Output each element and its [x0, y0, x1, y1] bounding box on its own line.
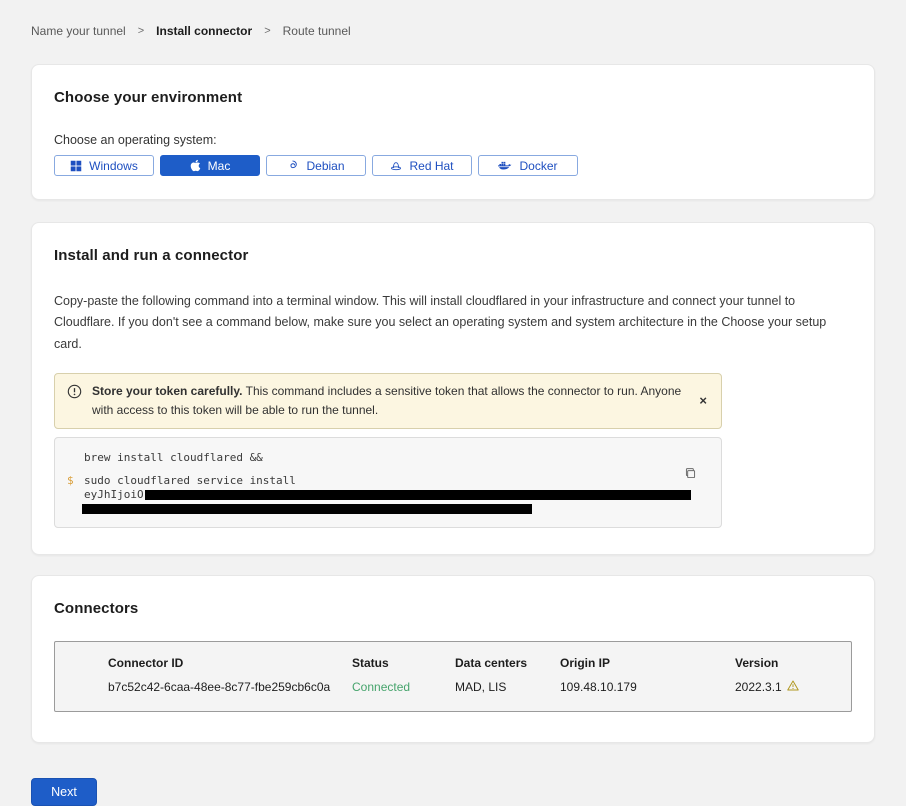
environment-card-title: Choose your environment: [54, 89, 852, 106]
environment-card: Choose your environment Choose an operat…: [31, 64, 875, 200]
version-cell: 2022.3.1: [735, 680, 851, 694]
os-button-label: Docker: [519, 159, 557, 173]
version-value: 2022.3.1: [735, 680, 782, 694]
os-button-label: Debian: [306, 159, 344, 173]
os-button-windows[interactable]: Windows: [54, 155, 154, 176]
os-button-debian[interactable]: Debian: [266, 155, 366, 176]
tunnel-setup-page: Name your tunnel > Install connector > R…: [0, 0, 906, 806]
connectors-card-title: Connectors: [54, 600, 852, 617]
breadcrumb: Name your tunnel > Install connector > R…: [31, 0, 875, 38]
os-button-mac[interactable]: Mac: [160, 155, 260, 176]
col-header-origin-ip: Origin IP: [560, 656, 735, 670]
apple-icon: [190, 159, 201, 172]
code-line-sudo: $ sudo cloudflared service install: [67, 474, 681, 488]
col-header-connector-id: Connector ID: [108, 656, 352, 670]
install-card-title: Install and run a connector: [54, 247, 852, 264]
close-icon[interactable]: ×: [697, 394, 709, 407]
install-command-code-block: brew install cloudflared && $ sudo cloudf…: [54, 437, 722, 528]
os-button-label: Red Hat: [409, 159, 453, 173]
col-header-status: Status: [352, 656, 455, 670]
code-line-token-2: [67, 501, 681, 515]
connectors-card: Connectors Connector ID Status Data cent…: [31, 575, 875, 743]
data-centers-cell: MAD, LIS: [455, 680, 560, 694]
token-warning-text: Store your token carefully. This command…: [92, 382, 687, 420]
chevron-separator: >: [264, 25, 270, 37]
redacted-token-bar: [82, 504, 532, 514]
windows-icon: [70, 160, 82, 172]
os-button-group: Windows Mac Debian Red Hat: [54, 155, 852, 176]
redhat-icon: [390, 160, 402, 172]
info-icon: [67, 384, 82, 405]
redacted-token-bar: [145, 490, 691, 500]
connector-id-cell: b7c52c42-6caa-48ee-8c77-fbe259cb6c0a: [108, 680, 352, 694]
status-badge: Connected: [352, 680, 455, 694]
debian-icon: [287, 160, 299, 172]
connectors-table: Connector ID Status Data centers Origin …: [54, 641, 852, 712]
token-prefix: eyJhIjoiO: [84, 488, 144, 501]
breadcrumb-step-name-tunnel[interactable]: Name your tunnel: [31, 24, 126, 38]
origin-ip-cell: 109.48.10.179: [560, 680, 735, 694]
breadcrumb-step-route-tunnel[interactable]: Route tunnel: [283, 24, 351, 38]
os-button-label: Windows: [89, 159, 138, 173]
table-row: b7c52c42-6caa-48ee-8c77-fbe259cb6c0a Con…: [108, 680, 851, 694]
os-select-label: Choose an operating system:: [54, 133, 852, 147]
col-header-data-centers: Data centers: [455, 656, 560, 670]
warning-triangle-icon: [787, 680, 799, 694]
code-line-brew: brew install cloudflared &&: [67, 451, 681, 465]
code-line-token: eyJhIjoiO: [67, 488, 681, 502]
chevron-separator: >: [138, 25, 144, 37]
table-header-row: Connector ID Status Data centers Origin …: [108, 656, 851, 670]
token-warning-title: Store your token carefully.: [92, 384, 243, 398]
copy-icon[interactable]: [684, 467, 697, 480]
install-description: Copy-paste the following command into a …: [54, 291, 849, 355]
breadcrumb-step-install-connector[interactable]: Install connector: [156, 24, 252, 38]
docker-icon: [498, 160, 512, 171]
os-button-redhat[interactable]: Red Hat: [372, 155, 472, 176]
os-button-docker[interactable]: Docker: [478, 155, 578, 176]
shell-prompt: $: [67, 474, 74, 488]
col-header-version: Version: [735, 656, 851, 670]
install-card: Install and run a connector Copy-paste t…: [31, 222, 875, 555]
token-warning-banner: Store your token carefully. This command…: [54, 373, 722, 429]
next-button[interactable]: Next: [31, 778, 97, 806]
os-button-label: Mac: [208, 159, 231, 173]
code-line-sudo-text: sudo cloudflared service install: [84, 474, 296, 487]
